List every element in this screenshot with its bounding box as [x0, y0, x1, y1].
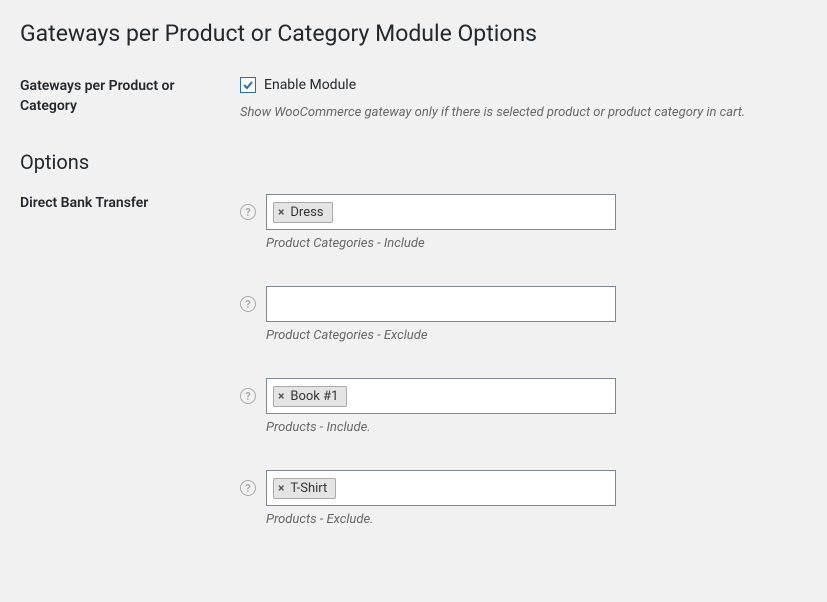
close-icon[interactable]: ×: [278, 481, 284, 495]
module-description: Show WooCommerce gateway only if there i…: [240, 105, 807, 120]
field-group: ? × Dress Product Categories - Include: [240, 194, 807, 251]
tag-input[interactable]: × Book #1: [266, 378, 616, 414]
help-icon[interactable]: ?: [240, 388, 256, 404]
field-row: ?: [240, 286, 807, 322]
help-icon[interactable]: ?: [240, 480, 256, 496]
options-section-title: Options: [20, 150, 807, 174]
tag: × Book #1: [273, 386, 347, 407]
gateway-label: Direct Bank Transfer: [20, 194, 240, 214]
help-icon[interactable]: ?: [240, 296, 256, 312]
tag-input[interactable]: × T-Shirt: [266, 470, 616, 506]
field-caption: Product Categories - Exclude: [266, 328, 807, 343]
help-icon[interactable]: ?: [240, 204, 256, 220]
close-icon[interactable]: ×: [278, 205, 284, 219]
field-group: ? × T-Shirt Products - Exclude.: [240, 470, 807, 527]
field-caption: Products - Exclude.: [266, 512, 807, 527]
field-group: ? Product Categories - Exclude: [240, 286, 807, 343]
field-group: ? × Book #1 Products - Include.: [240, 378, 807, 435]
tag-label: Book #1: [290, 389, 338, 404]
module-label: Gateways per Product or Category: [20, 77, 240, 116]
tag-input[interactable]: × Dress: [266, 194, 616, 230]
enable-module-label: Enable Module: [264, 77, 356, 93]
enable-module-checkbox[interactable]: [240, 77, 256, 93]
field-row: ? × T-Shirt: [240, 470, 807, 506]
tag-input[interactable]: [266, 286, 616, 322]
field-caption: Product Categories - Include: [266, 236, 807, 251]
field-caption: Products - Include.: [266, 420, 807, 435]
tag: × T-Shirt: [273, 478, 336, 499]
page-title: Gateways per Product or Category Module …: [20, 20, 807, 47]
tag: × Dress: [273, 202, 333, 223]
tag-label: T-Shirt: [290, 481, 327, 496]
field-row: ? × Dress: [240, 194, 807, 230]
checkmark-icon: [242, 79, 254, 91]
field-row: ? × Book #1: [240, 378, 807, 414]
close-icon[interactable]: ×: [278, 389, 284, 403]
tag-label: Dress: [290, 205, 323, 220]
